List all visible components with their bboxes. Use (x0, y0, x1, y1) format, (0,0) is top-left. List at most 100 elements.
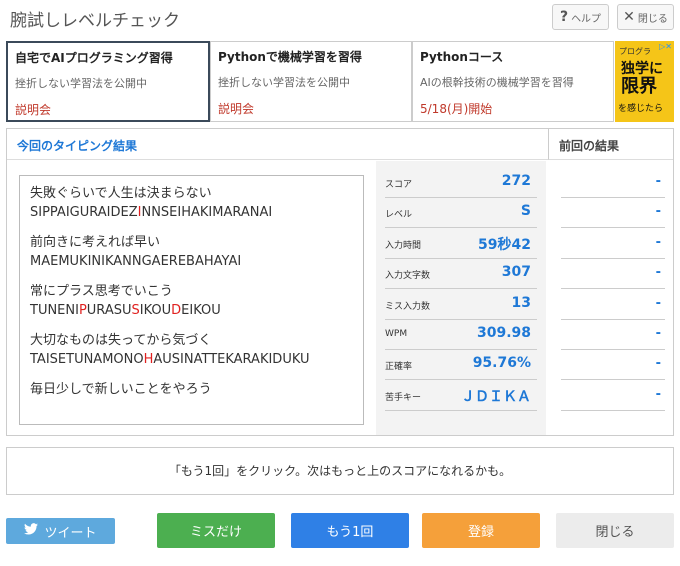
banner-text-main: 独学に 限界 (621, 61, 663, 96)
retry-button[interactable]: もう1回 (291, 513, 409, 548)
previous-stat-value: - (655, 386, 661, 402)
romaji-segment: TUNENI (30, 303, 79, 318)
stat-value: 309.98 (476, 325, 531, 341)
previous-stat-value: - (655, 174, 661, 189)
help-button[interactable]: ? ヘルプ (552, 4, 609, 30)
stat-row: スコア 272 (385, 168, 537, 198)
word-japanese: 前向きに考えれば早い (30, 235, 161, 250)
stat-row: 苦手キー ＪＤＩＫＡ (385, 381, 537, 411)
results-panel: 今回のタイピング結果 前回の結果 失敗ぐらいで人生は決まらない SIPPAIGUR… (6, 128, 674, 436)
word-entry: 大切なものは失ってから気づく TAISETUNAMONOHAUSINATTEKAR… (30, 331, 353, 369)
previous-stat-row: - (561, 290, 665, 320)
stat-value: 95.76% (472, 355, 531, 372)
missed-character: H (143, 352, 154, 367)
ad-subtitle: 挫折しない学習法を公開中 (218, 76, 350, 89)
banner-text-bottom: を感じたら (618, 104, 664, 114)
missed-character: P (78, 303, 87, 318)
banner-text-top: プログラ (619, 47, 651, 56)
header-close-label: 閉じる (637, 13, 668, 25)
previous-stat-value: - (655, 265, 661, 281)
ad-link[interactable]: 5/18(月)開始 (420, 100, 606, 117)
romaji-segment: NNSEIHAKIMARANAI (141, 205, 273, 220)
missed-character: S (131, 303, 140, 318)
ad-title: Pythonで機械学習を習得 (218, 50, 362, 64)
close-icon: ✕ (623, 9, 635, 25)
ad-title: 自宅でAIプログラミング習得 (15, 51, 173, 65)
close-button[interactable]: 閉じる (556, 513, 674, 548)
stat-row: レベル S (385, 198, 537, 229)
ad-choices-icon[interactable]: ▷✕ (659, 42, 672, 51)
word-romaji: TAISETUNAMONOHAUSINATTEKARAKIDUKU (30, 350, 353, 369)
twitter-icon (24, 523, 39, 539)
title-bar: 腕試しレベルチェック ? ヘルプ ✕ 閉じる (0, 0, 680, 34)
ad-title: Pythonコース (420, 50, 504, 64)
current-stats: スコア 272 レベル S 入力時間 59秒42 入力文字数 307 ミス入力数 13 WPM 309… (376, 161, 546, 435)
app-title: 腕試しレベルチェック (10, 11, 180, 31)
ad-banner[interactable]: ▷✕ プログラ 独学に 限界 を感じたら (615, 41, 674, 122)
stat-label: レベル (385, 210, 413, 221)
stat-row: 入力時間 59秒42 (385, 229, 537, 259)
stat-label: ミス入力数 (385, 301, 431, 312)
romaji-segment: EIKOU (181, 303, 221, 318)
stat-row: 入力文字数 307 (385, 259, 537, 290)
word-romaji: MAEMUKINIKANNGAEREBAHAYAI (30, 252, 353, 271)
stat-value: S (520, 203, 531, 220)
ad-card-python-course[interactable]: Pythonコース AIの根幹技術の機械学習を習得 5/18(月)開始 (412, 41, 614, 122)
miss-only-button[interactable]: ミスだけ (157, 513, 275, 548)
previous-stat-value: - (655, 295, 661, 311)
stat-row: WPM 309.98 (385, 320, 537, 350)
word-entry: 毎日少しで新しいことをやろう (30, 380, 353, 399)
missed-character: D (171, 303, 182, 318)
previous-stat-value: - (655, 204, 661, 220)
ad-row: 自宅でAIプログラミング習得 挫折しない学習法を公開中 説明会 Pythonで機… (6, 41, 674, 122)
word-entry: 失敗ぐらいで人生は決まらない SIPPAIGURAIDEZINNSEIHAKIMA… (30, 184, 353, 222)
header-close-button[interactable]: ✕ 閉じる (617, 4, 674, 30)
ad-link[interactable]: 説明会 (15, 101, 201, 118)
stat-value: 59秒42 (478, 236, 531, 253)
romaji-segment: MAEMUKINIKANNGAEREBAHAYAI (30, 254, 242, 269)
previous-stat-value: - (655, 326, 661, 341)
ad-subtitle: 挫折しない学習法を公開中 (15, 77, 147, 90)
previous-stat-row: - (561, 168, 665, 198)
previous-stat-row: - (561, 381, 665, 411)
previous-results-title: 前回の結果 (548, 129, 673, 160)
stat-value: 272 (501, 173, 531, 189)
romaji-segment: URASU (86, 303, 132, 318)
previous-stat-value: - (655, 356, 661, 372)
romaji-segment: SIPPAIGURAIDEZ (30, 205, 138, 220)
word-japanese: 失敗ぐらいで人生は決まらない (30, 186, 212, 201)
retry-message: 「もう1回」をクリック。次はもっと上のスコアになれるかも。 (6, 447, 674, 495)
stat-value: 307 (501, 264, 531, 281)
romaji-segment: IKOU (139, 303, 172, 318)
word-entry: 前向きに考えれば早い MAEMUKINIKANNGAEREBAHAYAI (30, 233, 353, 271)
previous-stat-row: - (561, 259, 665, 290)
stat-value: ＪＤＩＫＡ (461, 388, 531, 405)
stat-row: ミス入力数 13 (385, 290, 537, 320)
previous-stat-value: - (655, 234, 661, 250)
ad-link[interactable]: 説明会 (218, 100, 404, 117)
help-label: ヘルプ (571, 13, 602, 25)
stat-value: 13 (511, 294, 531, 311)
stat-label: 入力文字数 (385, 271, 431, 282)
word-japanese: 大切なものは失ってから気づく (30, 333, 212, 348)
stat-label: 正確率 (385, 362, 413, 373)
register-button[interactable]: 登録 (422, 513, 540, 548)
previous-stat-row: - (561, 320, 665, 350)
word-romaji: TUNENIPURASUSIKOUDEIKOU (30, 301, 353, 320)
tweet-label: ツイート (44, 525, 97, 541)
ad-card-ai-programming[interactable]: 自宅でAIプログラミング習得 挫折しない学習法を公開中 説明会 (6, 41, 210, 122)
tweet-button[interactable]: ツイート (6, 518, 115, 544)
stat-row: 正確率 95.76% (385, 350, 537, 381)
previous-stat-row: - (561, 229, 665, 259)
romaji-segment: TAISETUNAMONO (30, 352, 144, 367)
word-entry: 常にプラス思考でいこう TUNENIPURASUSIKOUDEIKOU (30, 282, 353, 320)
word-romaji: SIPPAIGURAIDEZINNSEIHAKIMARANAI (30, 203, 353, 222)
stat-label: 苦手キー (385, 392, 422, 403)
word-japanese: 毎日少しで新しいことをやろう (30, 382, 212, 397)
typed-words-list[interactable]: 失敗ぐらいで人生は決まらない SIPPAIGURAIDEZINNSEIHAKIMA… (19, 175, 364, 425)
word-japanese: 常にプラス思考でいこう (30, 284, 173, 299)
previous-stat-row: - (561, 350, 665, 381)
stat-label: 入力時間 (385, 240, 422, 251)
ad-card-python-ml[interactable]: Pythonで機械学習を習得 挫折しない学習法を公開中 説明会 (210, 41, 412, 122)
current-results-title: 今回のタイピング結果 (7, 129, 548, 160)
